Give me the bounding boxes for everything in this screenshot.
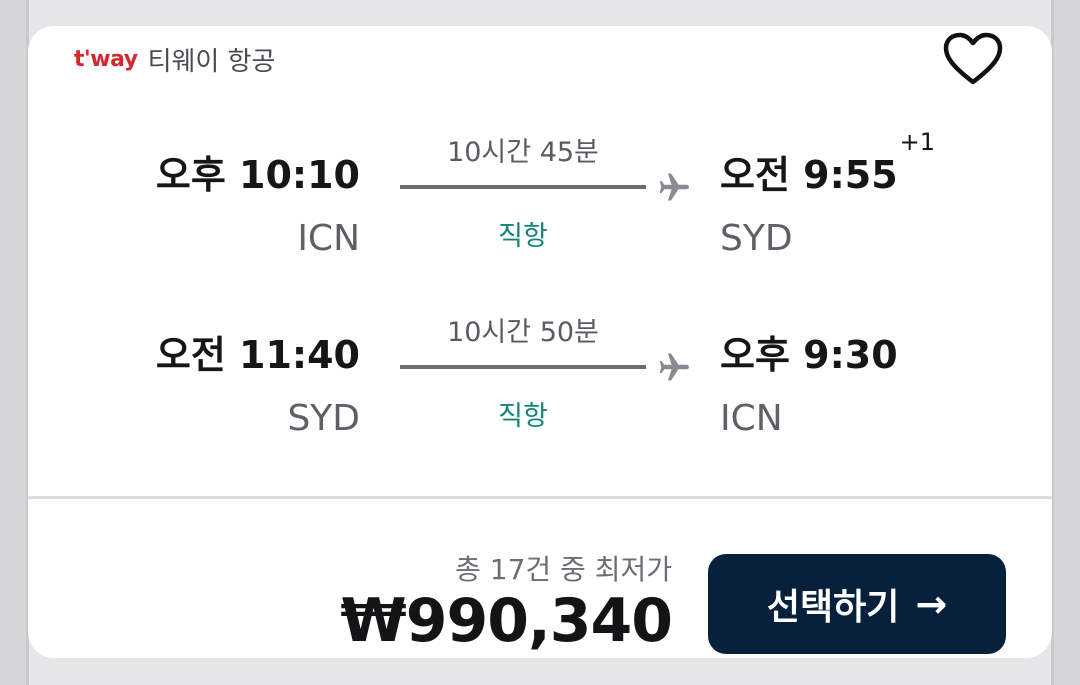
outbound-leg: 오후 10:10 ICN 10시간 45분 직항 오전 9:55+1 SYD [28, 26, 1052, 259]
outbound-arrive-time: 오전 9:55+1 [720, 128, 935, 199]
outbound-depart-time: 오후 10:10 [155, 153, 360, 197]
outbound-day-offset: +1 [899, 128, 936, 156]
inbound-depart-time: 오전 11:40 [155, 333, 360, 377]
divider [28, 496, 1052, 499]
select-button-label: 선택하기 [766, 587, 900, 628]
lowest-price-note: 총 17건 중 최저가 [455, 553, 672, 586]
airplane-icon [659, 173, 689, 201]
inbound-route-line [400, 365, 646, 369]
select-button[interactable]: 선택하기 → [708, 554, 1006, 654]
inbound-stops: 직항 [498, 401, 548, 432]
flight-result-card[interactable]: t'way 티웨이 항공 오후 10:10 ICN 10시간 45분 직항 오전… [28, 26, 1052, 658]
airplane-icon [659, 353, 689, 381]
inbound-leg: 오전 11:40 SYD 10시간 50분 직항 오후 9:30 ICN [28, 206, 1052, 439]
price-amount: ₩990,340 [340, 586, 673, 656]
arrow-right-icon: → [915, 582, 948, 626]
inbound-depart-code: SYD [287, 398, 360, 439]
outbound-duration: 10시간 45분 [447, 137, 599, 168]
outbound-route-line [400, 185, 646, 189]
inbound-arrive-time: 오후 9:30 [720, 333, 898, 377]
inbound-arrive-code: ICN [720, 398, 783, 439]
outbound-arrive-time-text: 오전 9:55 [720, 153, 898, 197]
inbound-duration: 10시간 50분 [447, 317, 599, 348]
